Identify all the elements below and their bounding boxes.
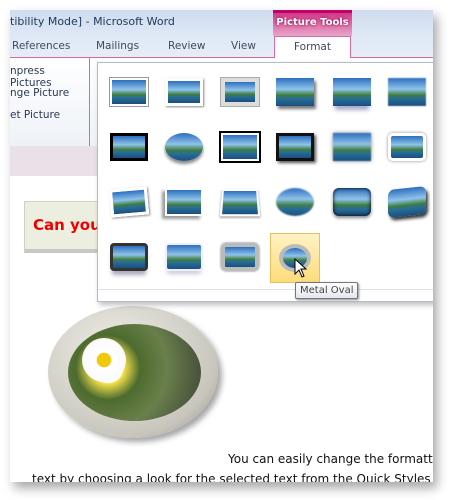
style-preview-thumbnail <box>165 133 203 161</box>
compress-pictures-button[interactable]: npress Pictures <box>10 65 89 89</box>
style-preview-thumbnail <box>221 243 259 271</box>
window-title: tibility Mode] - Microsoft Word <box>10 15 175 28</box>
title-bar: tibility Mode] - Microsoft Word Picture … <box>10 10 433 36</box>
tab-review[interactable]: Review <box>168 40 205 52</box>
body-text-line: You can easily change the formatti <box>228 452 433 466</box>
picture-style-option[interactable] <box>327 68 377 118</box>
flower <box>82 338 126 382</box>
style-preview-thumbnail <box>333 133 371 161</box>
picture-style-option[interactable] <box>382 68 432 118</box>
metal-oval-picture[interactable] <box>48 306 218 438</box>
style-preview-thumbnail <box>276 133 314 161</box>
style-preview-thumbnail <box>165 188 203 216</box>
style-preview-thumbnail <box>333 78 371 106</box>
picture-style-option[interactable] <box>215 178 265 228</box>
reset-picture-button[interactable]: et Picture <box>10 109 60 121</box>
adjust-group: npress Pictures nge Picture et Picture <box>10 58 90 146</box>
style-preview-thumbnail <box>333 188 371 216</box>
body-text-line: text by choosing a look for the selected… <box>32 472 433 482</box>
picture-style-option[interactable] <box>327 178 377 228</box>
picture-tools-contextual-tab: Picture Tools <box>273 10 352 36</box>
tab-references[interactable]: References <box>12 40 70 52</box>
style-preview-thumbnail <box>110 133 148 161</box>
picture-style-option[interactable] <box>270 123 320 173</box>
picture-style-option[interactable] <box>382 178 432 228</box>
word-window: tibility Mode] - Microsoft Word Picture … <box>10 10 433 482</box>
picture-style-option[interactable] <box>215 68 265 118</box>
picture-style-option[interactable] <box>159 233 209 283</box>
style-preview-thumbnail <box>108 186 150 218</box>
style-preview-thumbnail <box>165 78 203 106</box>
picture-style-option[interactable] <box>159 178 209 228</box>
style-preview-thumbnail <box>220 77 260 107</box>
picture-style-option[interactable] <box>104 178 154 228</box>
flower-image <box>68 324 201 421</box>
style-preview-thumbnail <box>109 77 149 107</box>
style-preview-thumbnail <box>388 78 426 106</box>
mouse-cursor-icon <box>294 258 308 278</box>
style-preview-thumbnail <box>388 133 426 161</box>
tooltip: Metal Oval <box>295 282 359 299</box>
picture-styles-gallery <box>97 62 433 302</box>
tab-view[interactable]: View <box>231 40 256 52</box>
picture-style-option[interactable] <box>270 178 320 228</box>
picture-style-option[interactable] <box>270 68 320 118</box>
style-preview-thumbnail <box>219 131 261 163</box>
tab-format[interactable]: Format <box>274 36 351 59</box>
ribbon-tabs: References Mailings Review View <box>10 36 433 58</box>
style-preview-thumbnail <box>219 189 261 217</box>
picture-style-option[interactable] <box>104 68 154 118</box>
style-preview-thumbnail <box>276 188 314 216</box>
picture-style-option[interactable] <box>104 233 154 283</box>
picture-style-option[interactable] <box>215 123 265 173</box>
heading-text-box[interactable]: Can you <box>24 201 104 253</box>
picture-style-option[interactable] <box>104 123 154 173</box>
picture-style-option[interactable] <box>382 123 432 173</box>
gallery-divider <box>98 289 433 290</box>
change-picture-button[interactable]: nge Picture <box>10 87 69 99</box>
picture-style-option[interactable] <box>159 68 209 118</box>
tab-mailings[interactable]: Mailings <box>96 40 139 52</box>
picture-style-option[interactable] <box>159 123 209 173</box>
style-preview-thumbnail <box>276 78 314 106</box>
style-preview-thumbnail <box>165 243 203 271</box>
picture-style-option[interactable] <box>327 123 377 173</box>
style-preview-thumbnail <box>388 186 426 218</box>
picture-style-option[interactable] <box>215 233 265 283</box>
style-preview-thumbnail <box>110 243 148 271</box>
